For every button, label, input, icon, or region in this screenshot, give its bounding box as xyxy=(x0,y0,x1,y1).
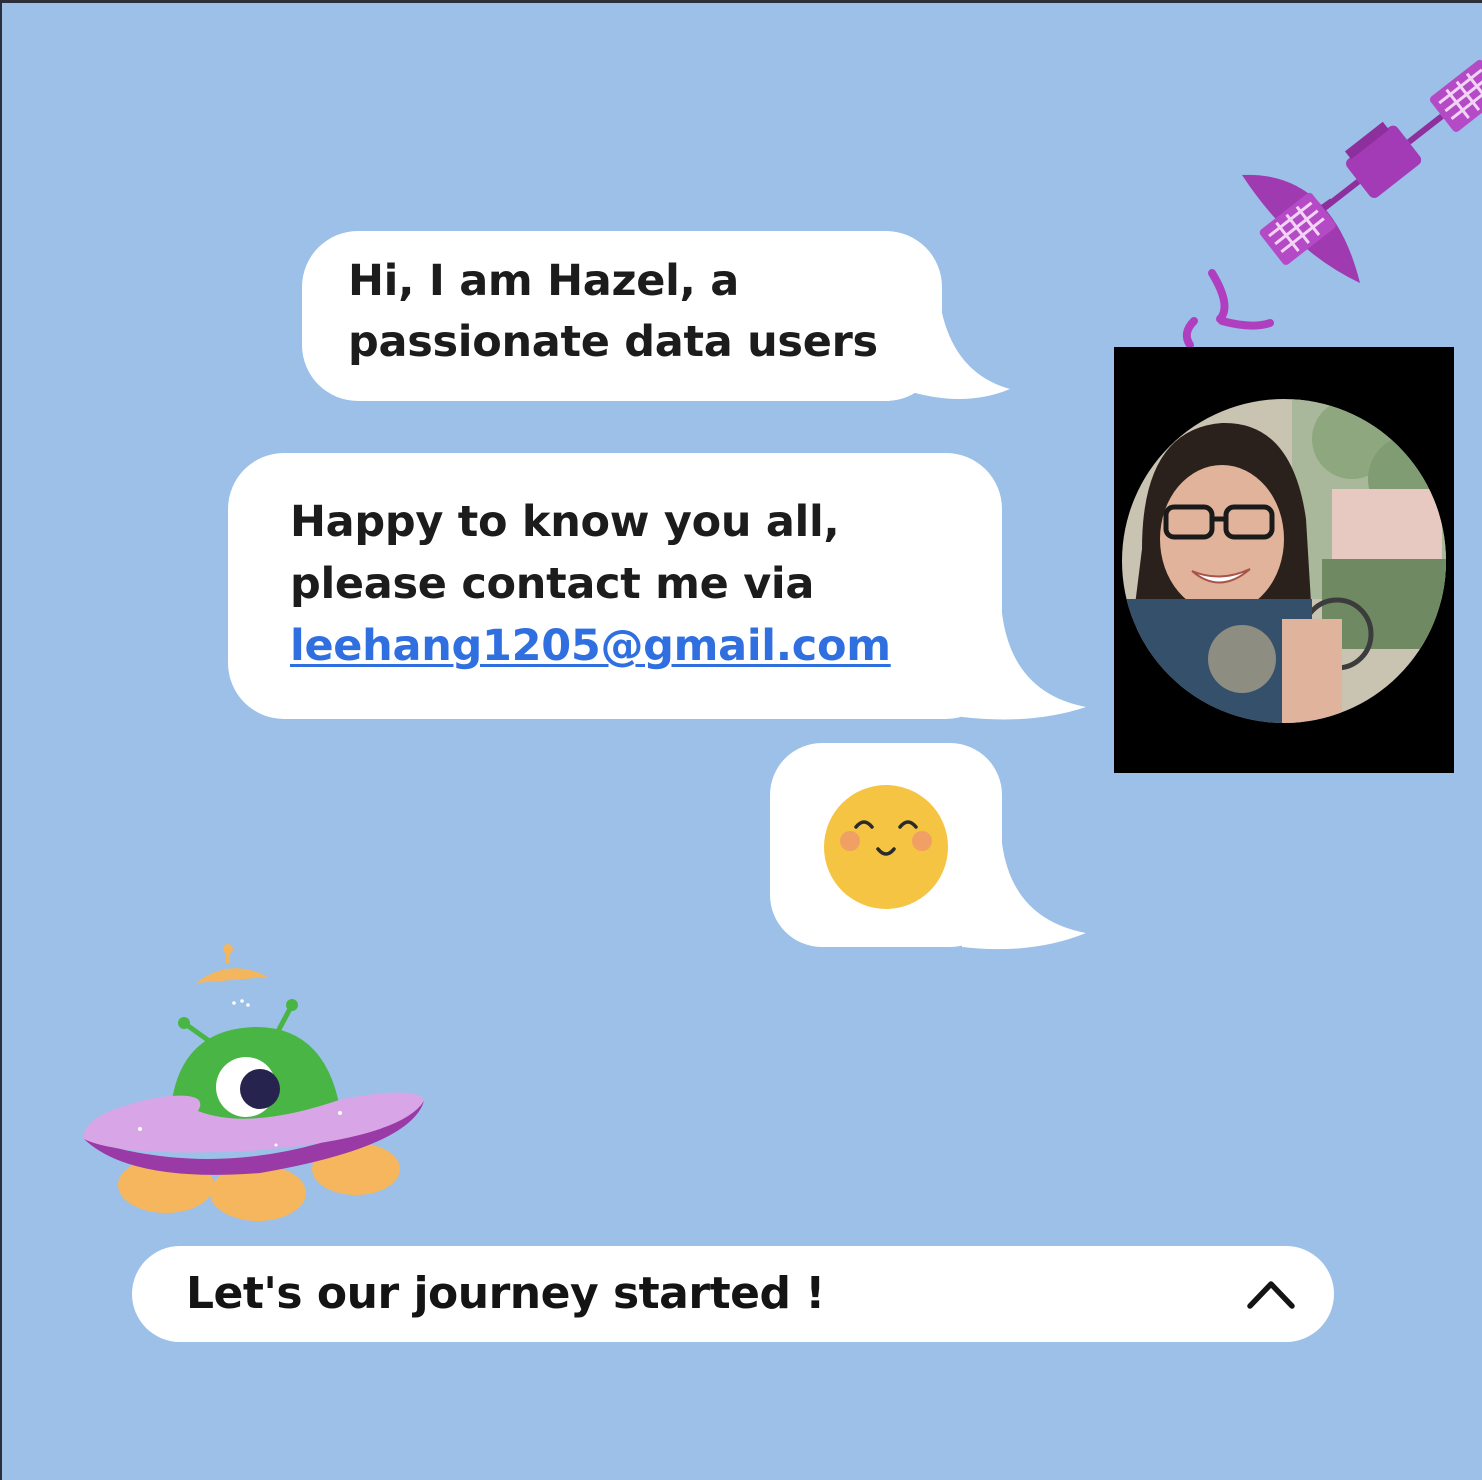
smiling-face-icon xyxy=(824,785,948,909)
greeting-line-1: Hi, I am Hazel, a xyxy=(348,256,739,306)
journey-start-bar[interactable]: Let's our journey started ! xyxy=(132,1246,1334,1342)
alien-ufo-icon xyxy=(83,944,425,1221)
profile-photo-frame xyxy=(1114,347,1454,773)
bubble-tail xyxy=(902,303,1010,399)
chevron-up-icon[interactable] xyxy=(1246,1278,1296,1310)
greeting-line-2: passionate data users xyxy=(348,317,878,367)
email-link[interactable]: leehang1205@gmail.com xyxy=(290,615,1002,677)
bubble-tail xyxy=(962,843,1086,950)
contact-line-2: please contact me via xyxy=(290,559,815,609)
satellite-icon xyxy=(1182,59,1482,349)
journey-start-label: Let's our journey started ! xyxy=(186,1268,825,1319)
greeting-message-bubble: Hi, I am Hazel, a passionate data users xyxy=(302,231,942,401)
bubble-tail xyxy=(962,613,1086,720)
profile-photo xyxy=(1122,399,1446,723)
page-canvas: Hi, I am Hazel, a passionate data users … xyxy=(0,0,1482,1480)
contact-message-bubble: Happy to know you all, please contact me… xyxy=(228,453,1002,719)
contact-line-1: Happy to know you all, xyxy=(290,497,840,547)
